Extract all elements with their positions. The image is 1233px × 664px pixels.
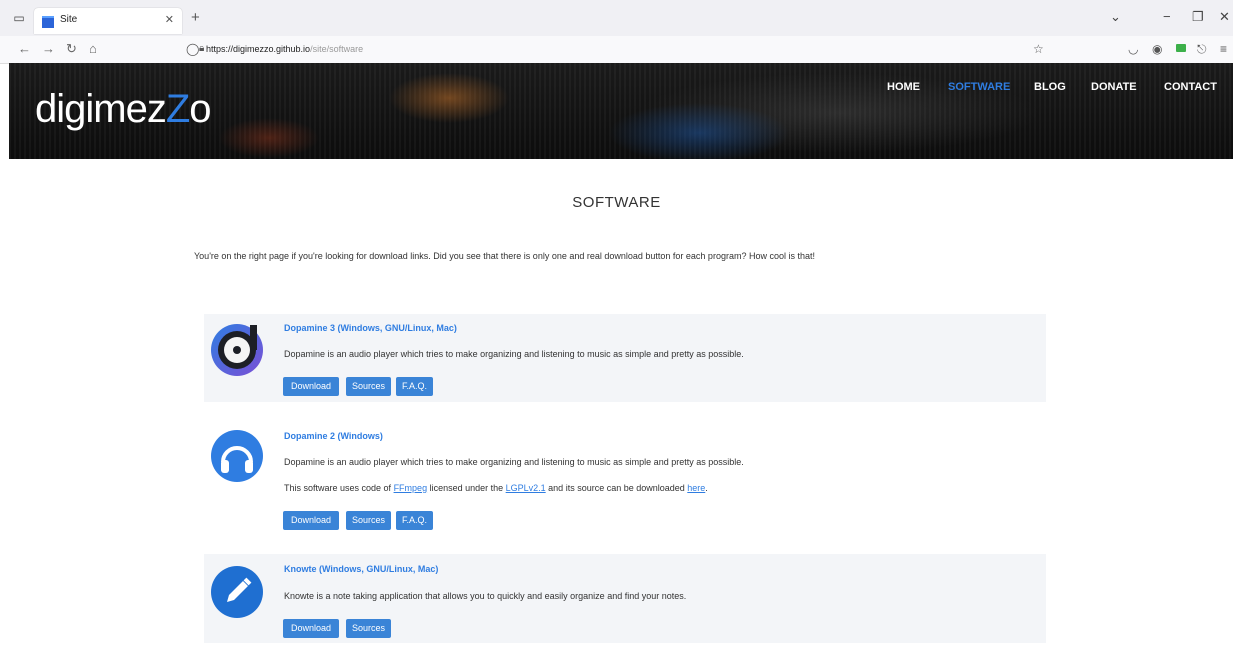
url-domain: https://digimezzo.github.io (206, 44, 311, 54)
nav-donate[interactable]: DONATE (1091, 81, 1137, 93)
faq-button[interactable]: F.A.Q. (396, 377, 433, 396)
app-description: Dopamine is an audio player which tries … (284, 457, 744, 467)
account-icon[interactable]: ◉ (1152, 42, 1162, 56)
app-description: Knowte is a note taking application that… (284, 591, 687, 601)
intro-text: You're on the right page if you're looki… (194, 251, 815, 261)
url-path: /site/software (310, 44, 364, 54)
app-title[interactable]: Dopamine 3 (Windows, GNU/Linux, Mac) (284, 323, 457, 333)
restore-icon[interactable]: ❐ (1192, 9, 1204, 25)
download-button[interactable]: Download (283, 619, 339, 638)
url-bar[interactable]: https://digimezzo.github.io/site/softwar… (206, 44, 363, 54)
app-description: Dopamine is an audio player which tries … (284, 349, 744, 359)
nav-home[interactable]: HOME (887, 81, 920, 93)
app-card-dopamine-3: Dopamine 3 (Windows, GNU/Linux, Mac) Dop… (204, 314, 1046, 402)
close-tab-icon[interactable]: ✕ (165, 13, 174, 26)
license-text: This software uses code of FFmpeg licens… (284, 483, 708, 493)
new-tab-icon[interactable]: + (191, 9, 200, 26)
app-card-dopamine-2: Dopamine 2 (Windows) Dopamine is an audi… (204, 420, 1046, 535)
minimize-icon[interactable]: − (1163, 9, 1171, 24)
lgpl-link[interactable]: LGPLv2.1 (506, 483, 546, 493)
download-button[interactable]: Download (283, 377, 339, 396)
knowte-pencil-icon (210, 565, 264, 619)
app-title[interactable]: Dopamine 2 (Windows) (284, 431, 383, 441)
site-logo[interactable]: digimezZo (35, 87, 212, 132)
pocket-icon[interactable]: ◡ (1128, 42, 1138, 56)
lock-icon[interactable]: 🔒︎ (199, 43, 204, 54)
site-header: digimezZo HOME SOFTWARE BLOG DONATE CONT… (9, 63, 1233, 159)
nav-software[interactable]: SOFTWARE (948, 81, 1010, 93)
faq-button[interactable]: F.A.Q. (396, 511, 433, 530)
sources-button[interactable]: Sources (346, 511, 391, 530)
sources-button[interactable]: Sources (346, 619, 391, 638)
back-icon[interactable]: ← (18, 42, 31, 56)
tab-title: Site (60, 14, 78, 25)
extensions-icon[interactable]: ⎋ (1197, 42, 1207, 57)
bookmark-star-icon[interactable]: ☆ (1033, 42, 1044, 56)
ffmpeg-link[interactable]: FFmpeg (394, 483, 428, 493)
tracking-shield-icon[interactable]: ◯ (186, 42, 199, 56)
download-button[interactable]: Download (283, 511, 339, 530)
browser-tab-bar: ▭ Site ✕ + ⌄ − ❐ ✕ (0, 0, 1233, 36)
page-title: SOFTWARE (572, 194, 661, 211)
app-title[interactable]: Knowte (Windows, GNU/Linux, Mac) (284, 564, 438, 574)
sources-button[interactable]: Sources (346, 377, 391, 396)
nav-contact[interactable]: CONTACT (1164, 81, 1217, 93)
home-icon[interactable]: ⌂ (89, 42, 97, 56)
app-card-knowte: Knowte (Windows, GNU/Linux, Mac) Knowte … (204, 554, 1046, 643)
reload-icon[interactable]: ↻ (66, 42, 77, 56)
extension-icon[interactable] (1176, 44, 1186, 52)
browser-tab[interactable]: Site ✕ (34, 8, 182, 34)
tab-overflow-chevron-icon[interactable]: ⌄ (1110, 9, 1121, 25)
close-window-icon[interactable]: ✕ (1219, 9, 1230, 25)
tab-list-icon[interactable]: ▭ (12, 11, 26, 25)
forward-icon[interactable]: → (42, 42, 55, 56)
source-here-link[interactable]: here (687, 483, 705, 493)
app-menu-icon[interactable]: ≡ (1220, 42, 1227, 56)
nav-blog[interactable]: BLOG (1034, 81, 1066, 93)
dopamine-3-app-icon (210, 323, 264, 377)
browser-nav-bar: ← → ↻ ⌂ ◯ 🔒︎ https://digimezzo.github.io… (0, 36, 1233, 64)
dopamine-2-headphones-icon (210, 429, 264, 483)
site-favicon-icon (42, 16, 54, 28)
